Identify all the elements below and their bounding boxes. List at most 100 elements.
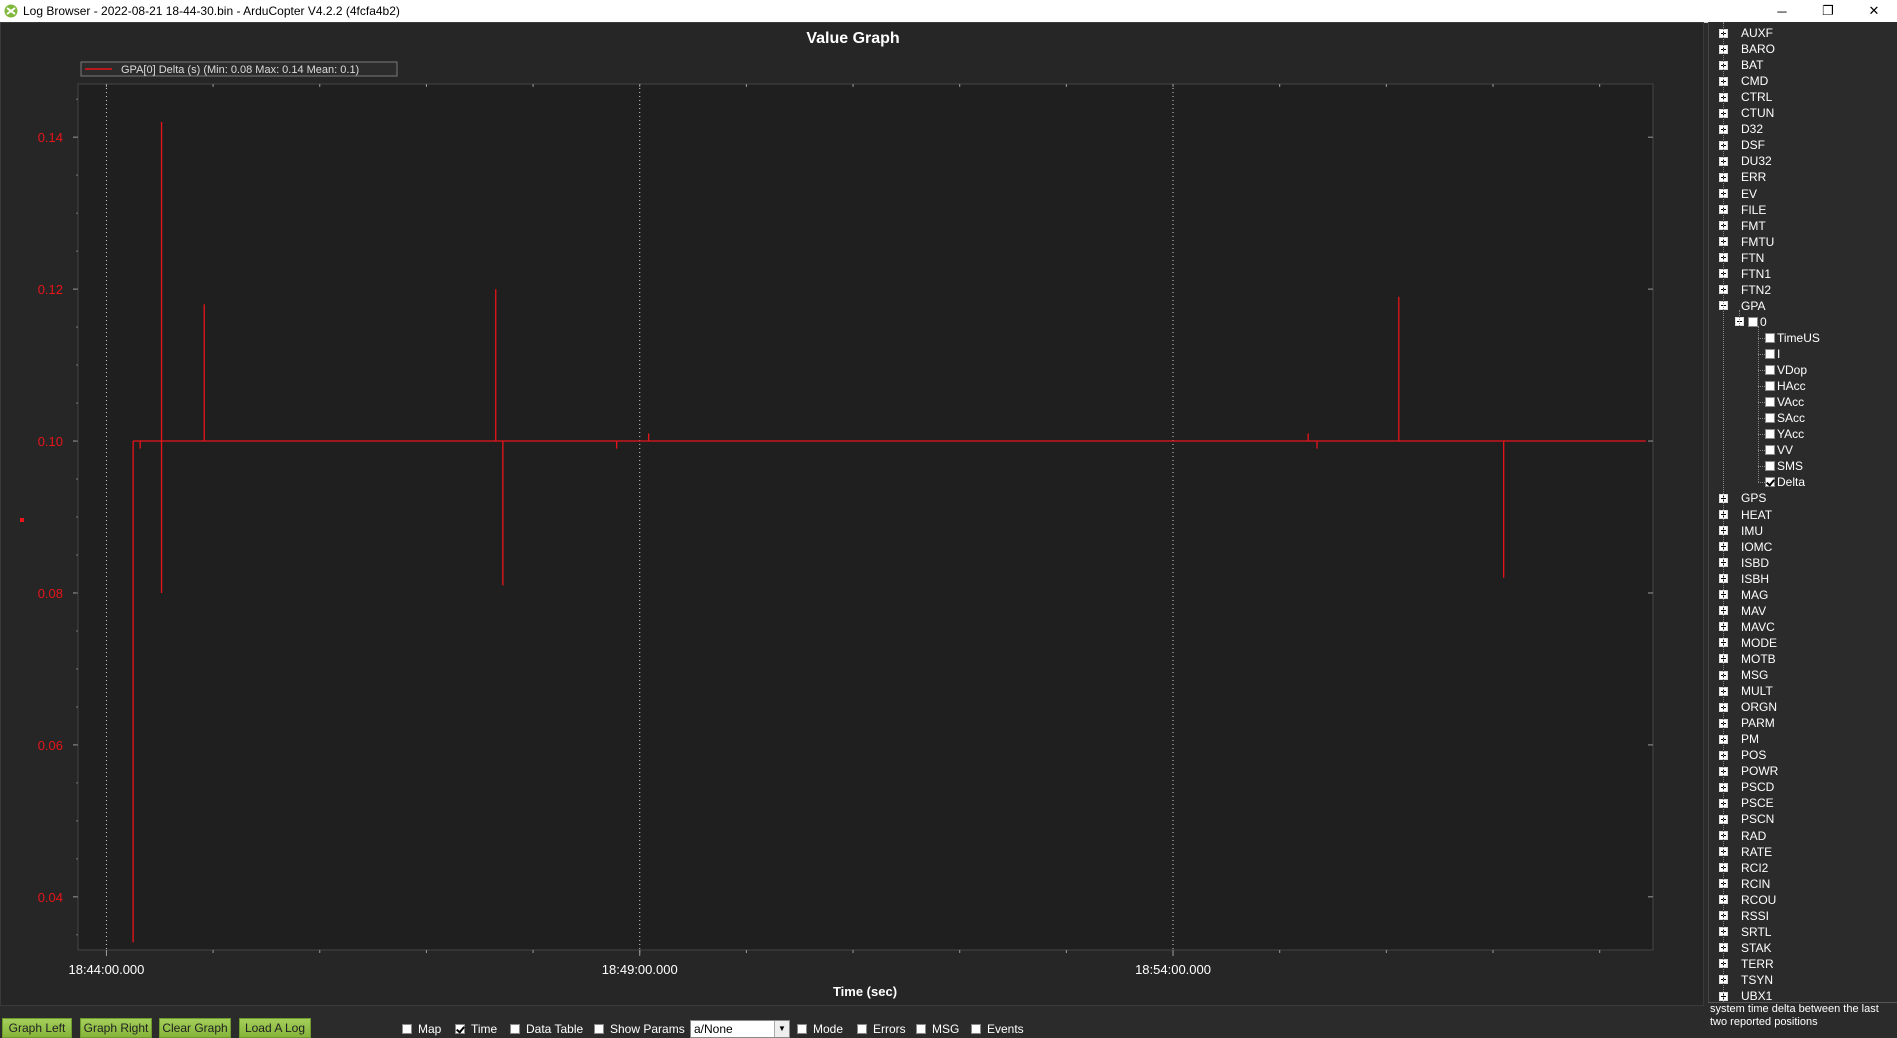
mode-dropdown[interactable]: a/None ▼	[690, 1020, 790, 1038]
map-checkbox[interactable]: Map	[402, 1022, 441, 1036]
tree-item-srtl[interactable]: SRTL	[1719, 924, 1771, 940]
restore-button[interactable]: ❐	[1805, 0, 1851, 22]
tree-item-pscd[interactable]: PSCD	[1719, 779, 1774, 795]
tree-field-vv[interactable]: VV	[1765, 442, 1793, 458]
tree-item-fmtu[interactable]: FMTU	[1719, 234, 1774, 250]
load-log-button[interactable]: Load A Log	[239, 1018, 311, 1038]
tree-field-i[interactable]: I	[1765, 346, 1780, 362]
field-check-box[interactable]	[1765, 332, 1775, 343]
tree-item-fmt[interactable]: FMT	[1719, 218, 1766, 234]
field-check-box[interactable]	[1765, 477, 1775, 488]
tree-item-orgn[interactable]: ORGN	[1719, 699, 1777, 715]
graph-panel[interactable]: Value Graph GPA[0] Delta (s) (Min: 0.08 …	[0, 22, 1704, 1006]
errors-check-box[interactable]	[857, 1024, 867, 1034]
tree-item-heat[interactable]: HEAT	[1719, 507, 1772, 523]
tree-field-yacc[interactable]: YAcc	[1765, 426, 1804, 442]
mode-checkbox[interactable]: Mode	[797, 1022, 843, 1036]
tree-item-rate[interactable]: RATE	[1719, 844, 1772, 860]
tree-item-d32[interactable]: D32	[1719, 121, 1763, 137]
tree-field-timeus[interactable]: TimeUS	[1765, 330, 1820, 346]
tree-item-gpa[interactable]: GPA	[1719, 298, 1765, 314]
tree-item-dsf[interactable]: DSF	[1719, 137, 1765, 153]
tree-item-pm[interactable]: PM	[1719, 731, 1759, 747]
field-check-box[interactable]	[1765, 445, 1775, 456]
tree-field-vdop[interactable]: VDop	[1765, 362, 1807, 378]
field-check-box[interactable]	[1765, 461, 1775, 472]
tree-item-powr[interactable]: POWR	[1719, 763, 1778, 779]
tree-item-bat[interactable]: BAT	[1719, 57, 1763, 73]
tree-item-psce[interactable]: PSCE	[1719, 795, 1774, 811]
map-check-box[interactable]	[402, 1024, 412, 1034]
msg-check-box[interactable]	[916, 1024, 926, 1034]
field-check-box[interactable]	[1765, 397, 1775, 408]
field-check-box[interactable]	[1765, 429, 1775, 440]
tree-item-ctrl[interactable]: CTRL	[1719, 89, 1772, 105]
close-button[interactable]: ✕	[1851, 0, 1897, 22]
plot-area[interactable]	[77, 83, 1654, 951]
clear-graph-button[interactable]: Clear Graph	[159, 1018, 231, 1038]
graph-right-button[interactable]: Graph Right	[80, 1018, 152, 1038]
data-table-check-box[interactable]	[510, 1024, 520, 1034]
tree-field-vacc[interactable]: VAcc	[1765, 394, 1804, 410]
tree-item-isbh[interactable]: ISBH	[1719, 571, 1769, 587]
events-checkbox[interactable]: Events	[971, 1022, 1024, 1036]
tree-item-isbd[interactable]: ISBD	[1719, 555, 1769, 571]
show-params-checkbox[interactable]: Show Params	[594, 1022, 685, 1036]
errors-checkbox[interactable]: Errors	[857, 1022, 906, 1036]
tree-field-sacc[interactable]: SAcc	[1765, 410, 1805, 426]
tree-item-ftn2[interactable]: FTN2	[1719, 282, 1771, 298]
time-checkbox[interactable]: Time	[455, 1022, 497, 1036]
tree-item-parm[interactable]: PARM	[1719, 715, 1775, 731]
tree-item-ftn[interactable]: FTN	[1719, 250, 1764, 266]
tree-item-baro[interactable]: BARO	[1719, 41, 1775, 57]
tree-item-motb[interactable]: MOTB	[1719, 651, 1776, 667]
tree-item-ctun[interactable]: CTUN	[1719, 105, 1774, 121]
instance-check-box[interactable]	[1748, 316, 1758, 327]
tree-item-file[interactable]: FILE	[1719, 202, 1766, 218]
tree-item-mavc[interactable]: MAVC	[1719, 619, 1775, 635]
tree-item-ev[interactable]: EV	[1719, 186, 1757, 202]
tree-item-imu[interactable]: IMU	[1719, 523, 1763, 539]
value-graph[interactable]: Value Graph GPA[0] Delta (s) (Min: 0.08 …	[1, 23, 1705, 1007]
legend[interactable]: GPA[0] Delta (s) (Min: 0.08 Max: 0.14 Me…	[80, 61, 398, 77]
tree-item-mag[interactable]: MAG	[1719, 587, 1768, 603]
tree-item-iomc[interactable]: IOMC	[1719, 539, 1772, 555]
tree-field-delta[interactable]: Delta	[1765, 474, 1805, 490]
mode-check-box[interactable]	[797, 1024, 807, 1034]
tree-item-ftn1[interactable]: FTN1	[1719, 266, 1771, 282]
tree-item-mult[interactable]: MULT	[1719, 683, 1773, 699]
tree-item-du32[interactable]: DU32	[1719, 153, 1772, 169]
tree-item-err[interactable]: ERR	[1719, 169, 1766, 185]
tree-item-pos[interactable]: POS	[1719, 747, 1766, 763]
tree-item-tsyn[interactable]: TSYN	[1719, 972, 1773, 988]
chevron-down-icon[interactable]: ▼	[774, 1021, 789, 1037]
tree-item-mav[interactable]: MAV	[1719, 603, 1766, 619]
tree-item-rcin[interactable]: RCIN	[1719, 876, 1770, 892]
field-check-box[interactable]	[1765, 349, 1775, 359]
minimize-button[interactable]: ─	[1759, 0, 1805, 22]
tree-item-rci2[interactable]: RCI2	[1719, 860, 1768, 876]
field-check-box[interactable]	[1765, 413, 1775, 424]
tree-item-terr[interactable]: TERR	[1719, 956, 1774, 972]
show-params-check-box[interactable]	[594, 1024, 604, 1034]
events-check-box[interactable]	[971, 1024, 981, 1034]
tree-item-rssi[interactable]: RSSI	[1719, 908, 1769, 924]
tree-item-cmd[interactable]: CMD	[1719, 73, 1768, 89]
msg-checkbox[interactable]: MSG	[916, 1022, 959, 1036]
tree-item-rcou[interactable]: RCOU	[1719, 892, 1776, 908]
graph-left-button[interactable]: Graph Left	[2, 1018, 72, 1038]
field-check-box[interactable]	[1765, 381, 1775, 392]
data-table-checkbox[interactable]: Data Table	[510, 1022, 583, 1036]
tree-item-rad[interactable]: RAD	[1719, 828, 1766, 844]
tree-item-msg[interactable]: MSG	[1719, 667, 1768, 683]
tree-item-ubx1[interactable]: UBX1	[1719, 988, 1772, 1002]
field-tree[interactable]: AUXF BARO BAT CMD CTRL CTUN D32 DSF DU32 ERR EV FIL…	[1708, 22, 1897, 1002]
tree-item-mode[interactable]: MODE	[1719, 635, 1777, 651]
field-check-box[interactable]	[1765, 365, 1775, 376]
tree-field-hacc[interactable]: HAcc	[1765, 378, 1806, 394]
tree-field-sms[interactable]: SMS	[1765, 458, 1803, 474]
tree-item-auxf[interactable]: AUXF	[1719, 25, 1773, 41]
tree-item-pscn[interactable]: PSCN	[1719, 811, 1774, 827]
tree-item-stak[interactable]: STAK	[1719, 940, 1771, 956]
time-check-box[interactable]	[455, 1024, 465, 1034]
